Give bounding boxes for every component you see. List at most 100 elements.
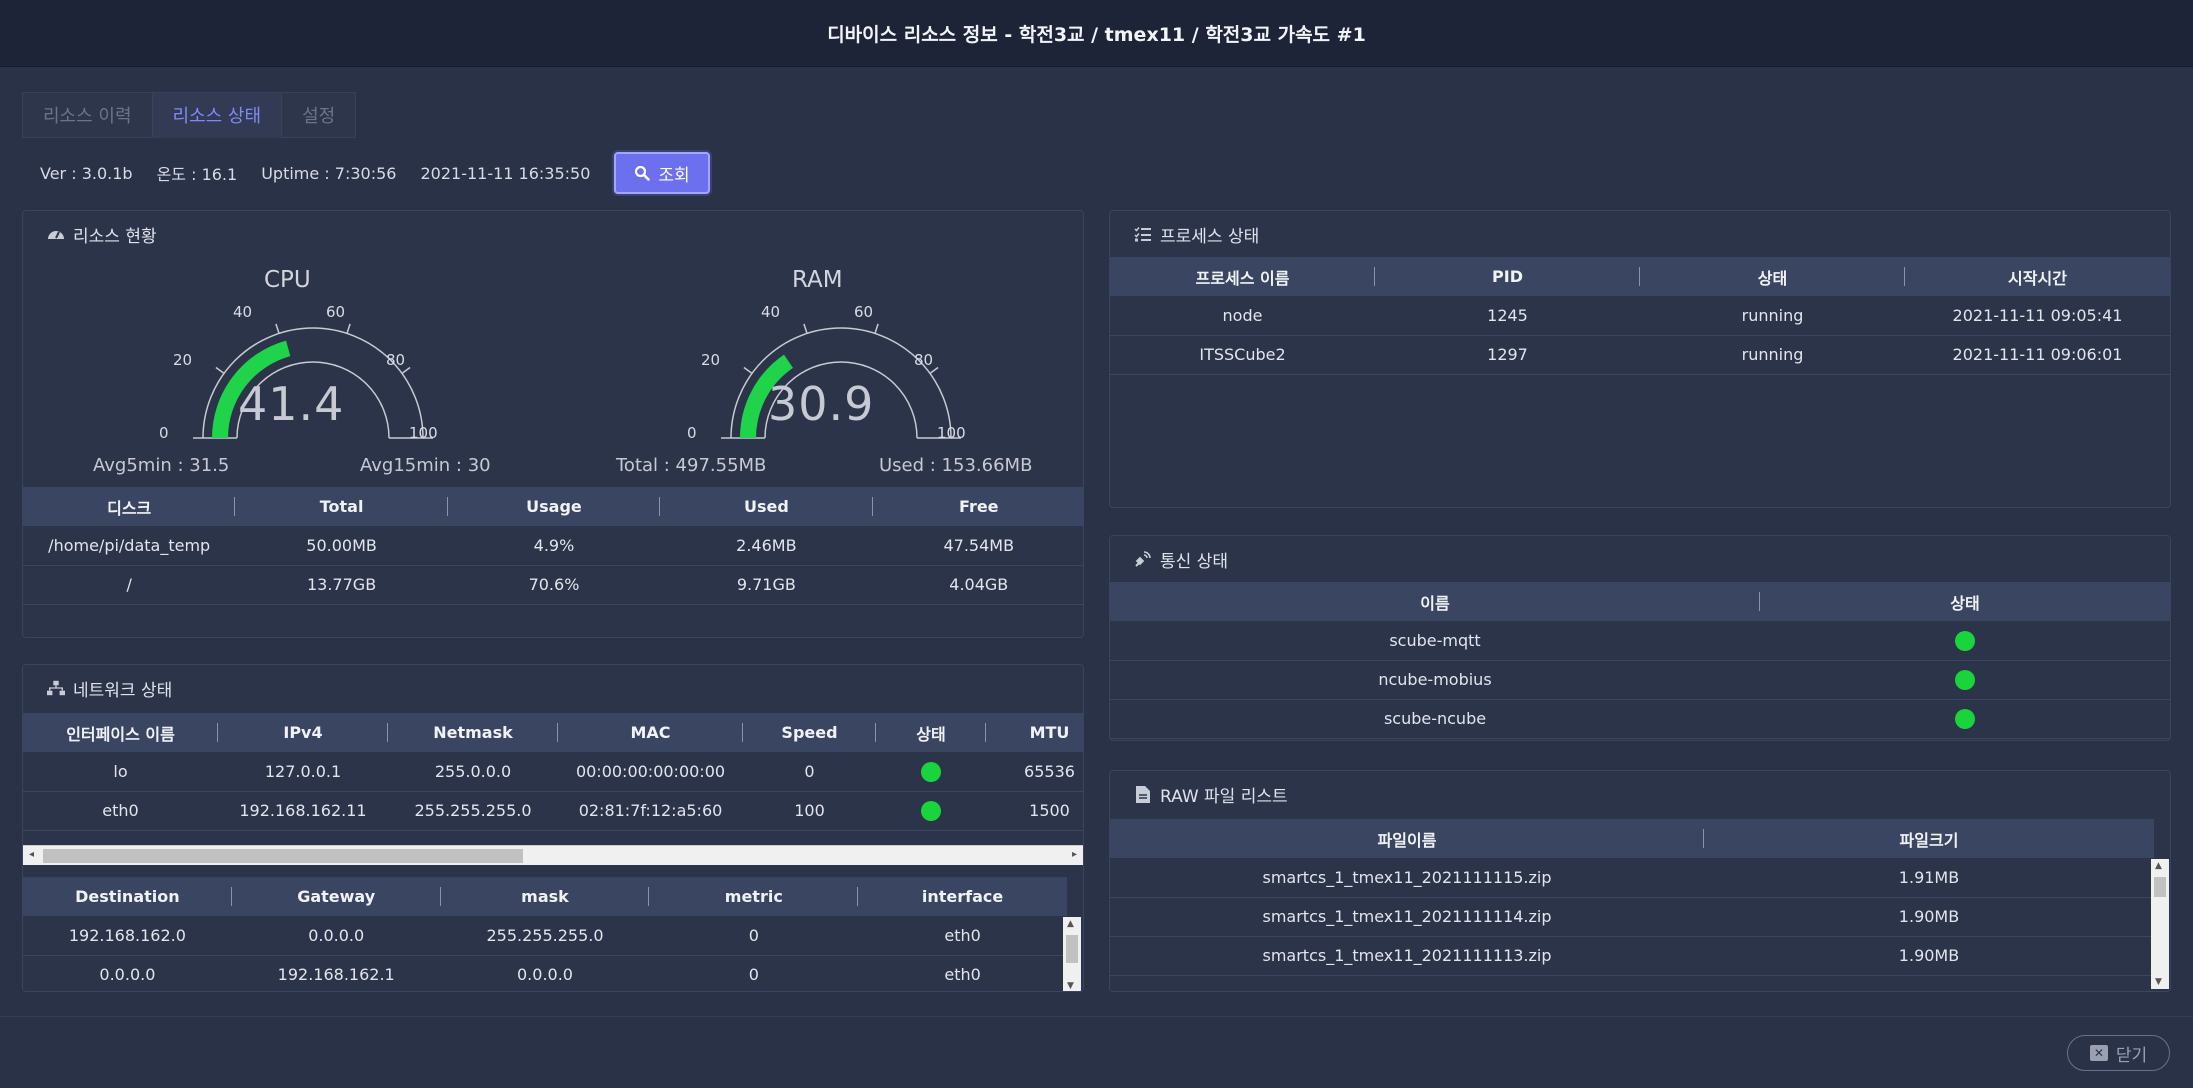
disk-cell: 70.6% <box>447 565 661 605</box>
process-header: PID <box>1375 257 1640 296</box>
network-title-text: 네트워크 상태 <box>73 680 173 701</box>
close-button[interactable]: ✕ 닫기 <box>2067 1035 2170 1071</box>
table-row[interactable]: smartcs_1_tmex11_2021111114.zip 1.90MB <box>1110 897 2154 937</box>
comm-status-cell <box>1760 660 2170 700</box>
gauge-tick <box>275 323 280 334</box>
scroll-thumb[interactable] <box>1066 935 1078 963</box>
raw-cell: smartcs_1_tmex11_2021111113.zip <box>1110 936 1704 976</box>
gauge-tick <box>803 323 808 334</box>
gauge-tick <box>743 366 753 374</box>
ram-tick-80: 80 <box>914 351 934 369</box>
comm-status-cell <box>1760 621 2170 661</box>
process-cell: 1245 <box>1375 296 1640 336</box>
scroll-right-arrow[interactable]: ▸ <box>1072 849 1077 860</box>
disk-cell: 13.77GB <box>235 565 448 605</box>
route-cell: eth0 <box>858 955 1067 991</box>
table-row: /home/pi/data_temp 50.00MB 4.9% 2.46MB 4… <box>23 526 1083 566</box>
route-cell: 0 <box>649 916 859 956</box>
route-cell: 0.0.0.0 <box>23 955 232 991</box>
ram-used: Used : 153.66MB <box>879 455 1033 476</box>
status-on-indicator <box>1955 708 1975 729</box>
disk-cell: 4.04GB <box>872 565 1083 605</box>
table-row[interactable]: smartcs_1_tmex11_2021111113.zip 1.90MB <box>1110 936 2154 976</box>
route-header: metric <box>649 877 858 916</box>
comm-cell: scube-mqtt <box>1110 621 1760 661</box>
network-header: Speed <box>743 713 876 752</box>
process-cell: running <box>1640 296 1905 336</box>
process-header: 시작시간 <box>2008 268 2067 288</box>
close-icon: ✕ <box>2089 1045 2108 1061</box>
network-cell: 192.168.162.11 <box>218 791 388 831</box>
network-cell: 255.255.255.0 <box>388 791 558 831</box>
network-cell: lo <box>23 752 218 792</box>
disk-cell: / <box>23 565 236 605</box>
raw-header: 파일크기 <box>1899 830 1959 850</box>
network-header: 상태 <box>876 713 986 752</box>
disk-cell: 47.54MB <box>872 526 1083 566</box>
disk-table: 디스크 Total Usage Used Free /home/pi/data_… <box>23 487 1083 605</box>
network-cell: eth0 <box>23 791 218 831</box>
route-vertical-scrollbar[interactable]: ▲ ▼ <box>1063 917 1081 991</box>
table-row[interactable]: smartcs_1_tmex11_2021111115.zip 1.91MB <box>1110 858 2154 898</box>
raw-header: 파일이름 <box>1110 819 1704 858</box>
network-cell: 127.0.0.1 <box>218 752 388 792</box>
resource-title-text: 리소스 현황 <box>73 226 157 247</box>
table-row: lo 127.0.0.1 255.0.0.0 00:00:00:00:00:00… <box>23 752 1083 792</box>
scroll-up-arrow[interactable]: ▲ <box>1067 919 1074 929</box>
table-row: scube-mqtt <box>1110 621 2170 661</box>
gauge-tick <box>346 323 351 334</box>
comm-panel: 통신 상태 이름 상태 scube-mqtt ncube-mobius scub… <box>1109 535 2171 741</box>
disk-header: Total <box>235 487 449 526</box>
ram-tick-100: 100 <box>937 424 966 442</box>
search-button[interactable]: 조회 <box>614 152 710 194</box>
tab-resource-history[interactable]: 리소스 이력 <box>22 92 152 138</box>
comm-cell: scube-ncube <box>1110 699 1760 739</box>
cpu-tick-80: 80 <box>386 351 406 369</box>
disk-header: Free <box>959 497 999 516</box>
network-cell: 02:81:7f:12:a5:60 <box>558 791 743 831</box>
table-row: ncube-mobius <box>1110 660 2170 700</box>
route-header: interface <box>921 887 1004 906</box>
ram-tick-40: 40 <box>761 303 781 321</box>
ram-total: Total : 497.55MB <box>616 455 767 476</box>
network-horizontal-scrollbar[interactable]: ◂ ▸ <box>23 845 1083 865</box>
tab-resource-status[interactable]: 리소스 상태 <box>151 92 282 138</box>
table-row: 192.168.162.0 0.0.0.0 255.255.255.0 0 et… <box>23 916 1067 956</box>
network-header: MAC <box>558 713 743 752</box>
scroll-thumb[interactable] <box>2154 877 2166 897</box>
disk-header: Usage <box>448 487 661 526</box>
status-on-indicator <box>1955 669 1975 690</box>
version-text: Ver : 3.0.1b <box>40 163 133 183</box>
network-panel-title: 네트워크 상태 <box>23 665 1083 711</box>
route-cell: 192.168.162.0 <box>23 916 232 956</box>
raw-panel-title: RAW 파일 리스트 <box>1110 771 2170 817</box>
process-cell: node <box>1110 296 1375 336</box>
raw-cell: smartcs_1_tmex11_2021111114.zip <box>1110 897 1704 937</box>
cpu-avg15: Avg15min : 30 <box>360 455 491 476</box>
scroll-left-arrow[interactable]: ◂ <box>29 849 34 860</box>
cpu-tick-0: 0 <box>159 424 169 442</box>
status-on-indicator <box>921 761 941 782</box>
raw-vertical-scrollbar[interactable]: ▲ ▼ <box>2151 859 2169 989</box>
temperature-text: 온도 : 16.1 <box>156 165 238 184</box>
ram-tick-20: 20 <box>701 351 721 369</box>
process-table: 프로세스 이름 PID 상태 시작시간 node 1245 running 20… <box>1110 257 2170 375</box>
scroll-thumb[interactable] <box>43 849 523 863</box>
scroll-down-arrow[interactable]: ▼ <box>1067 981 1074 991</box>
scroll-up-arrow[interactable]: ▲ <box>2155 861 2162 871</box>
table-row: ITSSCube2 1297 running 2021-11-11 09:06:… <box>1110 335 2170 375</box>
table-row: eth0 192.168.162.11 255.255.255.0 02:81:… <box>23 791 1083 831</box>
tab-settings[interactable]: 설정 <box>281 92 357 138</box>
table-row: scube-ncube <box>1110 699 2170 739</box>
raw-cell: smartcs_1_tmex11_2021111115.zip <box>1110 858 1704 898</box>
route-cell: 0.0.0.0 <box>440 955 650 991</box>
network-cell: 65536 <box>986 752 1083 792</box>
network-panel: 네트워크 상태 인터페이스 이름 IPv4 Netmask MAC Speed … <box>22 664 1084 992</box>
route-header: Gateway <box>232 877 441 916</box>
cpu-avg5: Avg5min : 31.5 <box>93 455 230 476</box>
process-header: 상태 <box>1640 257 1905 296</box>
disk-cell: 2.46MB <box>660 526 873 566</box>
scroll-down-arrow[interactable]: ▼ <box>2155 977 2162 987</box>
raw-file-table: 파일이름 파일크기 smartcs_1_tmex11_2021111115.zi… <box>1110 819 2154 976</box>
satellite-icon <box>1134 550 1152 568</box>
